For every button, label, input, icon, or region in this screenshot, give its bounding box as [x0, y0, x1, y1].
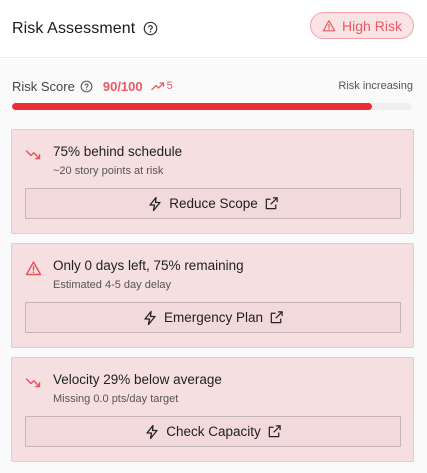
reduce-scope-button[interactable]: Reduce Scope [25, 188, 401, 219]
lightning-bolt-icon [147, 196, 163, 212]
emergency-plan-button[interactable]: Emergency Plan [25, 302, 401, 333]
card-subtitle: Missing 0.0 pts/day target [53, 393, 179, 405]
reduce-scope-label: Reduce Scope [169, 196, 258, 211]
help-circle-icon[interactable] [143, 21, 158, 36]
main-panel: Risk Score 90/100 5 Risk increasing 75% … [0, 59, 427, 473]
trending-down-icon [25, 146, 42, 163]
lightning-bolt-icon [142, 310, 158, 326]
risk-score-progress-bar [12, 103, 412, 110]
risk-level-badge: High Risk [310, 12, 414, 39]
card-title: 75% behind schedule [53, 144, 183, 159]
external-link-icon [264, 196, 279, 211]
help-circle-icon[interactable] [80, 80, 93, 93]
card-subtitle: Estimated 4-5 day delay [53, 279, 172, 291]
risk-score-progress-fill [12, 103, 372, 110]
check-capacity-button[interactable]: Check Capacity [25, 416, 401, 447]
risk-score-value: 90/100 [102, 78, 143, 94]
card-title: Velocity 29% below average [53, 372, 222, 387]
risk-status-text: Risk increasing [338, 80, 413, 92]
risk-score-row: Risk Score 90/100 5 Risk increasing [12, 77, 413, 95]
external-link-icon [267, 424, 282, 439]
external-link-icon [269, 310, 284, 325]
risk-trend-value: 5 [166, 80, 173, 92]
risk-trend: 5 [150, 80, 173, 92]
risk-score-label: Risk Score [12, 78, 75, 94]
trending-up-icon [150, 81, 165, 91]
header: Risk Assessment High Risk [0, 0, 427, 58]
card-subtitle: ~20 story points at risk [53, 165, 164, 177]
warning-triangle-icon [25, 260, 42, 277]
risk-card-deadline: Only 0 days left, 75% remaining Estimate… [11, 243, 414, 348]
risk-card-velocity: Velocity 29% below average Missing 0.0 p… [11, 357, 414, 462]
trending-down-icon [25, 374, 42, 391]
risk-card-schedule: 75% behind schedule ~20 story points at … [11, 129, 414, 234]
warning-triangle-icon [322, 19, 336, 33]
card-title: Only 0 days left, 75% remaining [53, 258, 244, 273]
emergency-plan-label: Emergency Plan [163, 310, 264, 325]
check-capacity-label: Check Capacity [166, 424, 261, 439]
risk-badge-label: High Risk [342, 17, 402, 34]
lightning-bolt-icon [144, 424, 160, 440]
page-title: Risk Assessment [12, 19, 136, 37]
